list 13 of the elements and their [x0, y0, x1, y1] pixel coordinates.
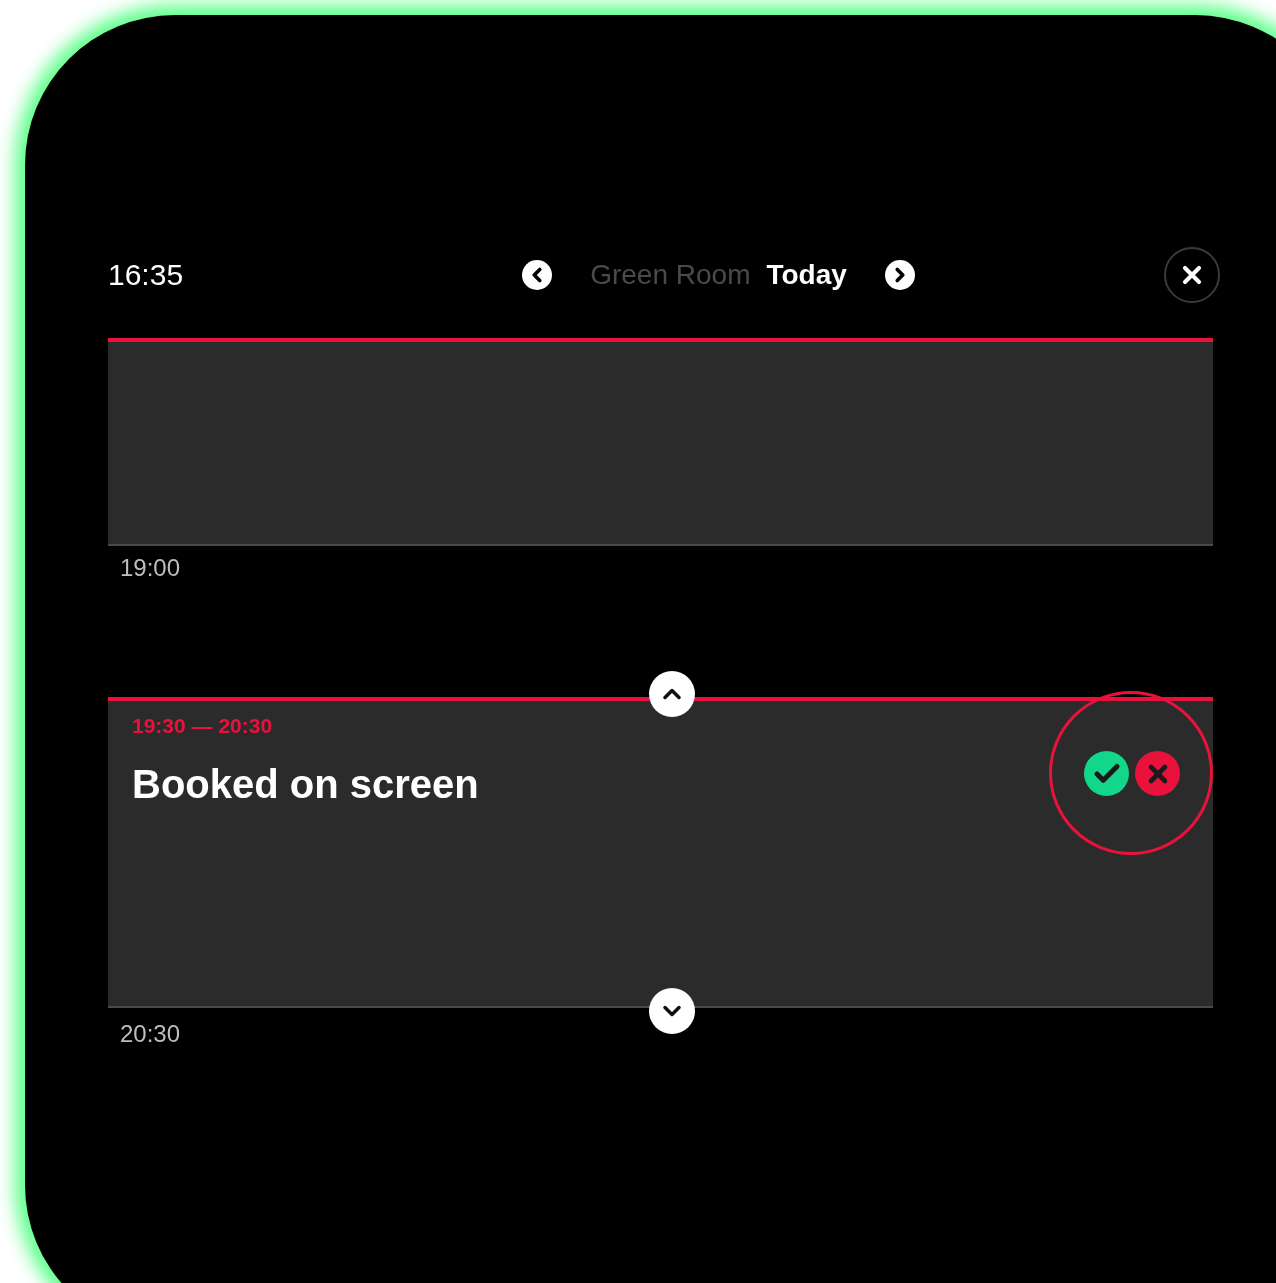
day-label: Today — [766, 261, 847, 289]
room-name: Green Room — [590, 261, 751, 289]
close-button[interactable] — [1164, 247, 1220, 303]
next-button[interactable] — [884, 260, 915, 290]
booking-title: Booked on screen — [132, 764, 479, 804]
expand-down-button[interactable] — [649, 988, 695, 1034]
time-label: 20:30 — [120, 1022, 182, 1046]
time-label: 19:00 — [120, 556, 182, 580]
booking-time-range: 19:30 — 20:30 — [132, 715, 273, 736]
expand-up-button[interactable] — [649, 671, 695, 717]
booking-card[interactable]: 19:30 — 20:30 Booked on screen — [108, 697, 1213, 1008]
clock-time: 16:35 — [108, 260, 184, 290]
previous-button[interactable] — [522, 260, 553, 290]
